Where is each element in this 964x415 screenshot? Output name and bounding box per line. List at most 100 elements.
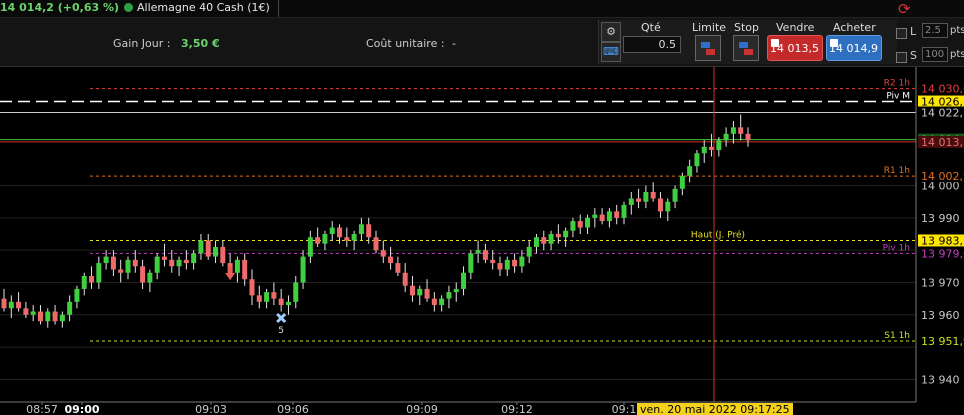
candle-up	[191, 253, 197, 264]
candle-down	[709, 146, 715, 150]
candle-down	[337, 227, 343, 238]
buy-label: Acheter	[833, 21, 876, 34]
candle-up	[723, 133, 729, 141]
level-value: 14 022,	[921, 107, 963, 120]
candle-down	[497, 263, 503, 270]
qty-label: Qté	[641, 21, 661, 34]
candle-up	[526, 246, 532, 257]
y-tick-label: 13 990	[921, 212, 960, 225]
x-tick-label: 09:06	[277, 403, 309, 415]
x-tick-label: 09:00	[64, 403, 99, 415]
candle-down	[490, 259, 496, 264]
chart-grid	[0, 185, 916, 380]
candle-up	[96, 263, 102, 283]
candle-down	[373, 237, 379, 251]
keyboard-icon[interactable]: ⌨	[601, 42, 621, 62]
level-name: Piv 1h	[883, 243, 910, 253]
option-s-checkbox[interactable]	[896, 52, 907, 63]
candle-up	[446, 292, 452, 299]
candle-up	[701, 146, 707, 154]
market-open-indicator	[124, 3, 133, 12]
candle-down	[388, 256, 394, 264]
sell-button[interactable]: 14 013,5	[767, 35, 823, 61]
candle-up	[285, 301, 291, 306]
candle-up	[147, 272, 153, 283]
candle-up	[198, 240, 204, 254]
sell-label: Vendre	[776, 21, 815, 34]
candle-up	[687, 166, 693, 176]
x-tick-label: 09:03	[195, 403, 227, 415]
option-s-unit: pts	[950, 49, 964, 60]
candle-down	[482, 250, 488, 260]
candle-up	[592, 214, 598, 218]
sell-arrow-icon	[225, 273, 236, 280]
candle-up	[606, 211, 612, 222]
candle-up	[8, 301, 14, 309]
level-value: 13 983,	[921, 234, 963, 247]
candle-down	[16, 301, 22, 309]
candle-down	[249, 279, 255, 296]
qty-input[interactable]	[623, 36, 681, 53]
candle-down	[256, 295, 262, 302]
level-name: Piv M	[886, 92, 910, 102]
level-value: 13 951,9	[921, 335, 964, 348]
candle-up	[585, 217, 591, 228]
candle-down	[278, 298, 284, 306]
crosshair-time-label: ven. 20 mai 2022 09:17:25	[637, 403, 793, 415]
markers-layer: 5	[225, 267, 287, 336]
sell-arrow-stem	[228, 267, 233, 273]
candle-down	[636, 198, 642, 202]
flag-icon	[771, 39, 779, 47]
option-s-input[interactable]	[922, 47, 948, 62]
header-divider	[278, 0, 279, 17]
x-tick-label: 09:09	[406, 403, 438, 415]
candle-up	[67, 301, 73, 315]
candle-down	[52, 311, 58, 322]
candle-up	[358, 224, 364, 234]
x-tick-label: 08:57	[26, 403, 58, 415]
y-axis: 14 00013 99013 97013 96013 940	[921, 180, 960, 387]
candle-up	[533, 237, 539, 247]
candle-down	[344, 237, 350, 241]
candle-down	[380, 250, 386, 257]
limit-order-button[interactable]	[695, 35, 721, 61]
candle-down	[242, 259, 248, 280]
option-l-checkbox[interactable]	[896, 28, 907, 39]
option-l-input[interactable]	[922, 23, 948, 38]
candle-down	[271, 292, 277, 299]
candle-down	[110, 256, 116, 270]
candle-up	[570, 221, 576, 231]
candle-up	[234, 259, 240, 273]
order-panel: Gain Jour : 3,50 € Coût unitaire : - ⚙ ⌨…	[0, 18, 964, 67]
level-value: 13 979,0	[921, 247, 964, 260]
candle-up	[417, 288, 423, 296]
instrument-header: 14 014,2 (+0,63 %) Allemagne 40 Cash (1€…	[0, 0, 964, 18]
candle-down	[541, 237, 547, 244]
candle-down	[37, 311, 43, 322]
candle-up	[643, 192, 649, 202]
candle-up	[176, 259, 182, 267]
buy-button[interactable]: 14 014,9	[826, 35, 882, 61]
candle-down	[132, 259, 138, 267]
option-s-label: S	[910, 49, 917, 62]
cout-unitaire-label: Coût unitaire :	[366, 37, 445, 50]
gain-jour-label: Gain Jour :	[113, 37, 171, 50]
candle-up	[125, 259, 131, 273]
candle-down	[220, 246, 226, 264]
candle-down	[409, 285, 415, 296]
candle-down	[745, 133, 751, 141]
candle-up	[351, 234, 357, 241]
candle-up	[59, 314, 65, 322]
level-value: 14 013,	[921, 136, 963, 149]
level-name: R2 1h	[884, 79, 910, 89]
candle-up	[439, 298, 445, 306]
candle-up	[322, 234, 328, 244]
candle-up	[519, 256, 525, 267]
refresh-icon[interactable]: ⟳	[898, 0, 911, 18]
level-name: R1 1h	[884, 166, 910, 176]
instrument-name[interactable]: Allemagne 40 Cash (1€)	[137, 1, 270, 14]
candle-up	[30, 311, 36, 315]
wrench-icon[interactable]: ⚙	[601, 22, 621, 42]
level-value: 14 002,9	[921, 170, 964, 183]
stop-order-button[interactable]	[733, 35, 759, 61]
